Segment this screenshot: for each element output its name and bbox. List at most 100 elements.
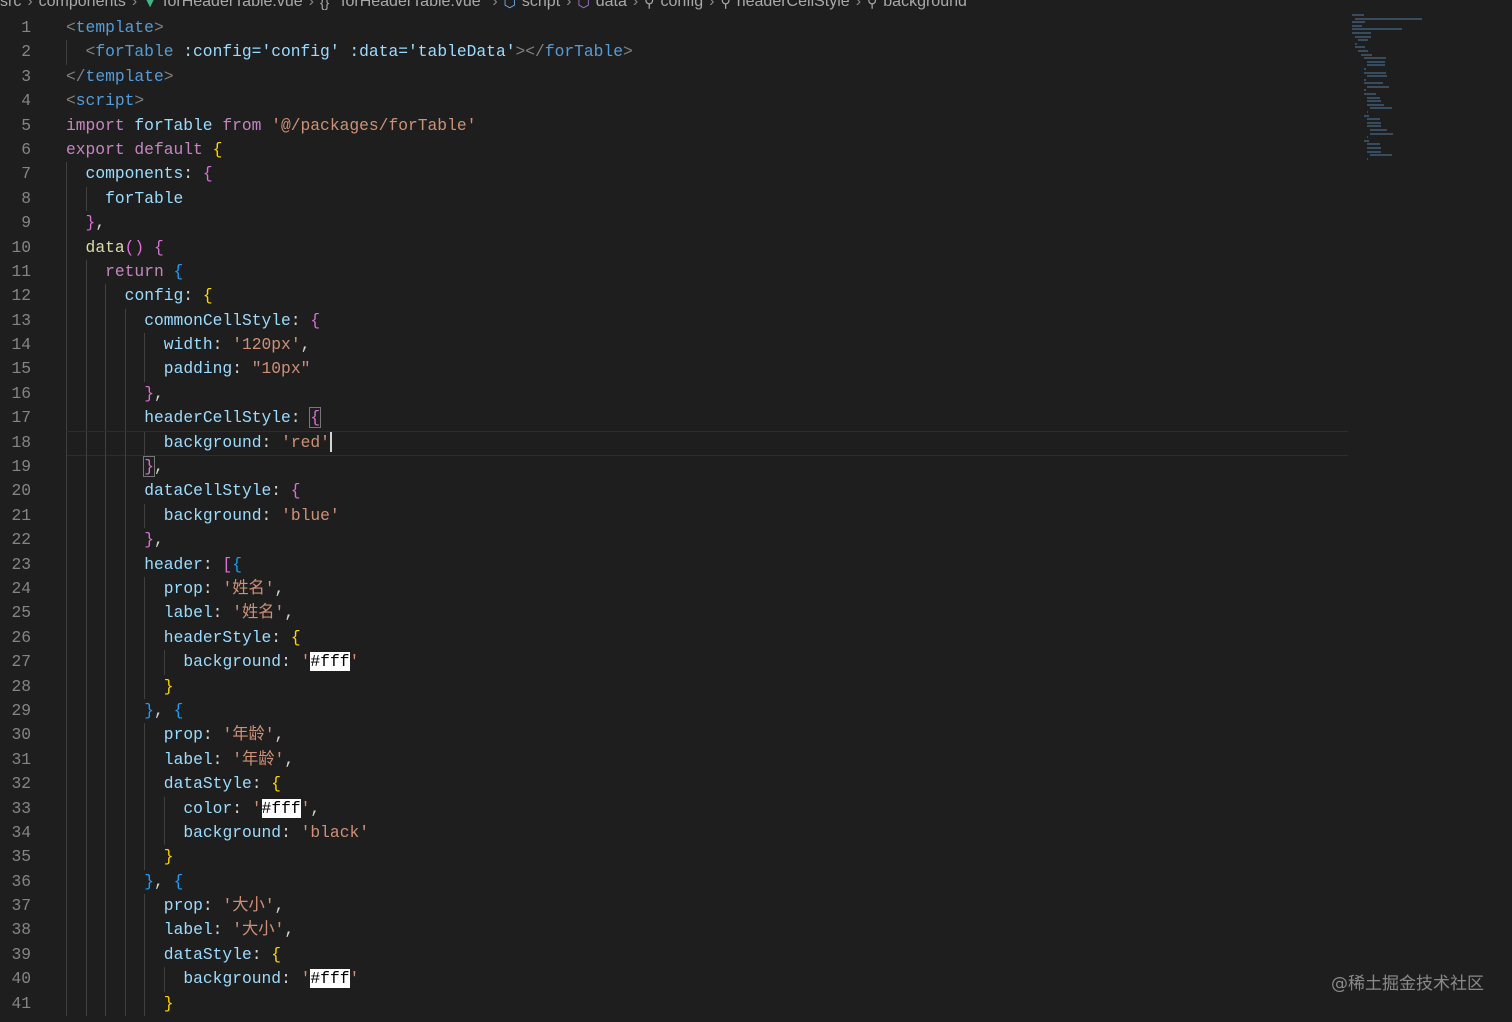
code-token: : bbox=[290, 408, 311, 428]
minimap-line bbox=[1364, 89, 1367, 92]
indent-guide bbox=[66, 430, 67, 456]
code-token: components bbox=[85, 164, 184, 184]
code-text: }, { bbox=[144, 699, 183, 723]
line-number: 13 bbox=[11, 310, 31, 330]
line-number: 2 bbox=[21, 42, 31, 62]
code-token: > bbox=[134, 91, 145, 111]
indent-guide bbox=[144, 503, 146, 529]
line-number: 38 bbox=[11, 920, 31, 940]
code-token: forTable bbox=[95, 42, 174, 62]
code-token: : bbox=[281, 652, 301, 672]
indent-guide bbox=[144, 357, 146, 382]
breadcrumb-item[interactable]: data bbox=[596, 0, 627, 11]
indent-guide bbox=[124, 698, 126, 724]
minimap[interactable] bbox=[1352, 14, 1512, 174]
line-number: 9 bbox=[21, 213, 31, 233]
code-token: } bbox=[163, 993, 174, 1013]
breadcrumb-item[interactable]: src bbox=[0, 0, 21, 11]
indent-guide bbox=[144, 430, 146, 456]
code-token: , bbox=[274, 896, 285, 916]
indent-guide bbox=[85, 259, 87, 285]
indent-guide bbox=[124, 381, 126, 407]
code-token: '@/packages/forTable' bbox=[271, 115, 477, 135]
line-number: 29 bbox=[11, 700, 31, 720]
code-token: prop bbox=[163, 578, 203, 598]
breadcrumb-item[interactable]: background bbox=[883, 0, 967, 11]
code-token: background bbox=[183, 969, 282, 989]
code-token: label bbox=[163, 920, 213, 940]
indent-guide bbox=[105, 601, 107, 626]
code-text: } bbox=[164, 675, 174, 699]
indent-guide bbox=[85, 552, 87, 577]
indent-guide bbox=[144, 747, 146, 773]
minimap-line bbox=[1358, 39, 1368, 42]
indent-guide bbox=[85, 650, 87, 675]
indent-guide bbox=[66, 40, 67, 65]
code-token: </ bbox=[66, 66, 86, 86]
line-number: 8 bbox=[21, 188, 31, 208]
code-token: '姓名' bbox=[232, 603, 285, 623]
indent-guide bbox=[66, 333, 67, 358]
line-number: 16 bbox=[11, 383, 31, 403]
breadcrumb-item[interactable]: script bbox=[522, 0, 560, 11]
indent-guide bbox=[85, 186, 87, 212]
indent-guide bbox=[105, 723, 107, 748]
indent-guide bbox=[85, 869, 87, 895]
code-token: forTable bbox=[134, 115, 223, 135]
minimap-line bbox=[1367, 136, 1369, 139]
breadcrumb-item[interactable]: headerCellStyle bbox=[737, 0, 850, 11]
code-token: '年龄' bbox=[232, 749, 285, 769]
indent-guide bbox=[66, 698, 67, 724]
code-token: , bbox=[284, 920, 295, 940]
indent-guide bbox=[144, 576, 146, 602]
code-token: '大小' bbox=[222, 896, 275, 916]
indent-guide bbox=[124, 650, 126, 675]
code-text: }, bbox=[144, 528, 164, 552]
code-token: dataCellStyle bbox=[144, 481, 272, 501]
minimap-line bbox=[1367, 111, 1369, 114]
indent-guide bbox=[66, 186, 67, 212]
code-token: < bbox=[66, 18, 76, 37]
indent-guide bbox=[124, 747, 126, 773]
code-token: :data= bbox=[339, 42, 409, 62]
code-token: ' bbox=[349, 969, 360, 989]
line-number: 22 bbox=[11, 530, 31, 550]
minimap-line bbox=[1367, 157, 1369, 160]
indent-guide bbox=[66, 576, 67, 602]
code-token: ' bbox=[251, 798, 262, 818]
line-number: 37 bbox=[11, 896, 31, 916]
code-token: #fff bbox=[310, 652, 350, 672]
minimap-line bbox=[1367, 100, 1382, 103]
breadcrumb-item[interactable]: forHeaderTable.vue bbox=[163, 0, 303, 11]
code-token: > bbox=[622, 42, 633, 62]
indent-guide bbox=[85, 747, 87, 773]
indent-guide bbox=[105, 479, 107, 504]
minimap-line bbox=[1370, 132, 1393, 135]
indent-guide bbox=[66, 552, 67, 577]
indent-guide bbox=[124, 430, 126, 456]
code-text: data() { bbox=[86, 236, 164, 260]
minimap-line bbox=[1364, 82, 1384, 85]
code-token: { bbox=[212, 139, 223, 159]
breadcrumb-item[interactable]: config bbox=[660, 0, 703, 11]
indent-guide bbox=[124, 503, 126, 529]
indent-guide bbox=[105, 625, 107, 651]
indent-guide bbox=[144, 820, 146, 846]
indent-guide bbox=[85, 796, 87, 821]
line-number: 6 bbox=[21, 139, 31, 159]
code-token: : bbox=[212, 603, 233, 623]
code-token: "10px" bbox=[251, 359, 311, 379]
code-token: prop bbox=[163, 725, 203, 745]
indent-guide bbox=[124, 552, 126, 577]
breadcrumb-item[interactable]: components bbox=[39, 0, 126, 11]
line-number: 20 bbox=[11, 481, 31, 501]
code-token: } bbox=[85, 213, 96, 233]
indent-guide bbox=[85, 918, 87, 943]
minimap-line bbox=[1367, 96, 1381, 99]
code-text: }, { bbox=[144, 870, 183, 894]
breadcrumb-item[interactable]: "forHeaderTable.vue" bbox=[335, 0, 486, 11]
code-token: color bbox=[183, 798, 233, 818]
code-text: background: '#fff' bbox=[183, 967, 359, 991]
code-token: ></ bbox=[515, 42, 545, 62]
code-token: , bbox=[284, 603, 295, 623]
